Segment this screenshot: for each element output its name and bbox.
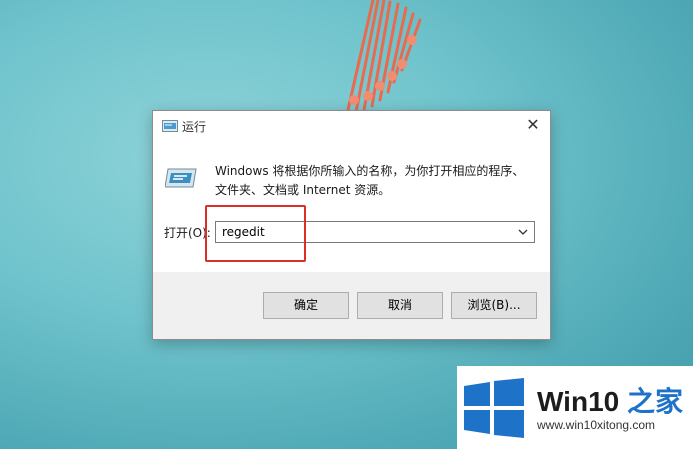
ok-button[interactable]: 确定 <box>263 292 349 319</box>
cancel-button[interactable]: 取消 <box>357 292 443 319</box>
browse-button[interactable]: 浏览(B)... <box>451 292 537 319</box>
run-icon <box>162 120 178 132</box>
open-label: 打开(O): <box>164 226 211 240</box>
windows-logo-icon <box>464 378 524 438</box>
flower-decoration <box>346 0 422 114</box>
watermark-url: www.win10xitong.com <box>537 418 656 432</box>
run-app-icon <box>165 168 197 188</box>
description-text: Windows 将根据你所输入的名称，为你打开相应的程序、文件夹、文档或 Int… <box>215 164 525 197</box>
watermark: Win10 之家 www.win10xitong.com <box>457 366 693 449</box>
title-bar[interactable]: 运行 ✕ <box>153 111 550 141</box>
watermark-brand-suffix: 之家 <box>627 386 684 417</box>
highlight-box <box>205 205 306 262</box>
close-button[interactable]: ✕ <box>522 116 544 136</box>
watermark-title: Win10 之家 <box>537 380 683 420</box>
button-bar: 确定 取消 浏览(B)... <box>153 272 550 339</box>
close-icon: ✕ <box>526 115 540 134</box>
chevron-down-icon[interactable] <box>518 228 528 236</box>
dialog-title: 运行 <box>182 120 207 134</box>
watermark-brand: Win10 <box>537 386 620 417</box>
